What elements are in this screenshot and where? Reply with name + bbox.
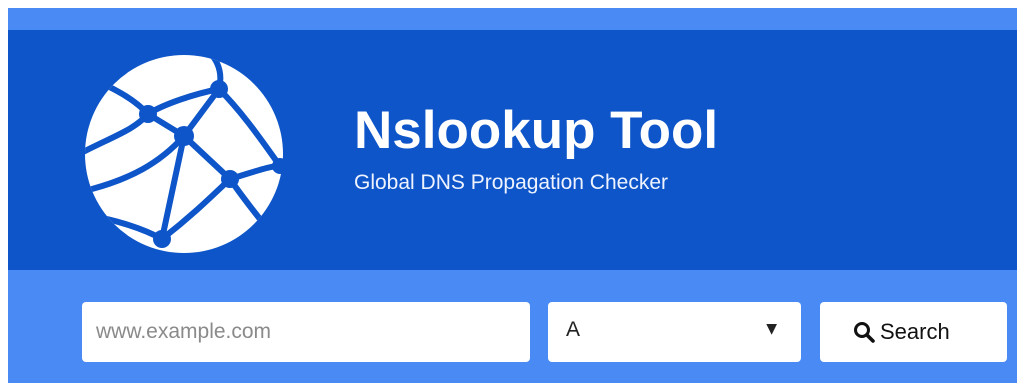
search-button[interactable]: Search	[820, 302, 1007, 362]
dropdown-arrow-icon: ▼	[766, 321, 777, 337]
record-type-value: A	[566, 318, 581, 341]
header-banner: Nslookup Tool Global DNS Propagation Che…	[8, 30, 1017, 270]
page-title: Nslookup Tool	[354, 101, 719, 160]
record-type-select[interactable]: A ▼	[548, 302, 801, 362]
search-bar: A ▼ Search	[8, 270, 1017, 383]
domain-input[interactable]	[82, 302, 530, 362]
page-subtitle: Global DNS Propagation Checker	[354, 171, 668, 194]
network-globe-icon	[85, 55, 284, 253]
search-button-label: Search	[880, 319, 950, 344]
search-icon	[854, 322, 875, 343]
page: Nslookup Tool Global DNS Propagation Che…	[0, 0, 1017, 383]
